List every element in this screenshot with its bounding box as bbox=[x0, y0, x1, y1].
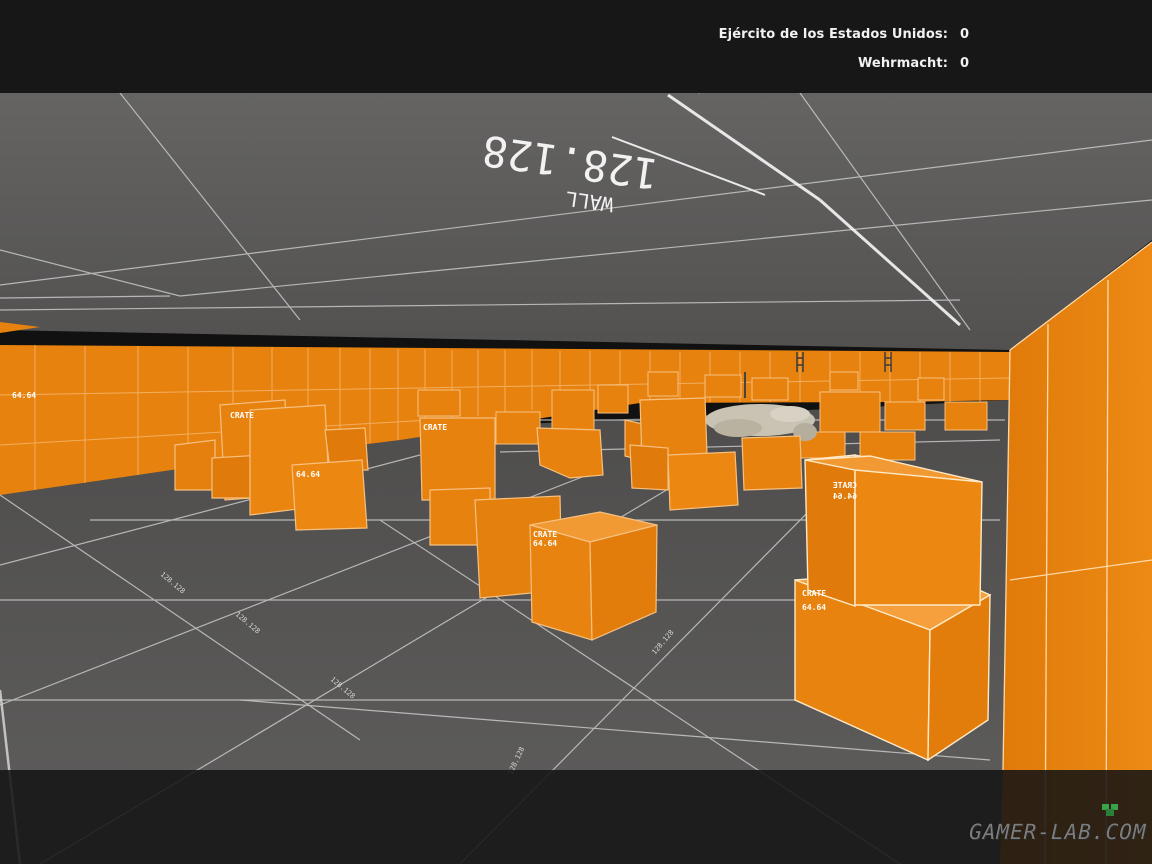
scoreboard-row-us-army: Ejército de los Estados Unidos:0 bbox=[718, 27, 969, 42]
crate-label-c1: CRATE bbox=[533, 530, 557, 539]
crate-label-b1: CRATE bbox=[423, 423, 447, 432]
crate-label-f1: CRATE bbox=[833, 481, 857, 490]
game-viewport[interactable]: 128.128 WALL 64.64 128.128 128.128 128.1… bbox=[0, 0, 1152, 864]
crate-label-c2: 64.64 bbox=[533, 539, 557, 548]
scoreboard-row-wehrmacht: Wehrmacht:0 bbox=[857, 56, 969, 71]
crate-label-e1: CRATE bbox=[802, 589, 826, 598]
crate-label-a1: CRATE bbox=[230, 411, 254, 420]
watermark-text: GAMER-LAB.COM bbox=[966, 820, 1149, 844]
crate-label-f2: 64.64 bbox=[833, 492, 857, 501]
wall-crate-label: 64.64 bbox=[12, 391, 36, 400]
crate-label-e2: 64.64 bbox=[802, 603, 826, 612]
crate-label-d2: 64.64 bbox=[296, 470, 320, 479]
ceiling bbox=[0, 93, 1152, 350]
hud-bottom-bar bbox=[0, 770, 1152, 864]
team-name-us-army: Ejército de los Estados Unidos: bbox=[718, 27, 948, 42]
hud-top-bar bbox=[0, 0, 1152, 93]
game-scene: 128.128 WALL 64.64 128.128 128.128 128.1… bbox=[0, 0, 1152, 864]
team-name-wehrmacht: Wehrmacht: bbox=[857, 56, 948, 71]
gamer-lab-logo-icon bbox=[1102, 804, 1118, 816]
